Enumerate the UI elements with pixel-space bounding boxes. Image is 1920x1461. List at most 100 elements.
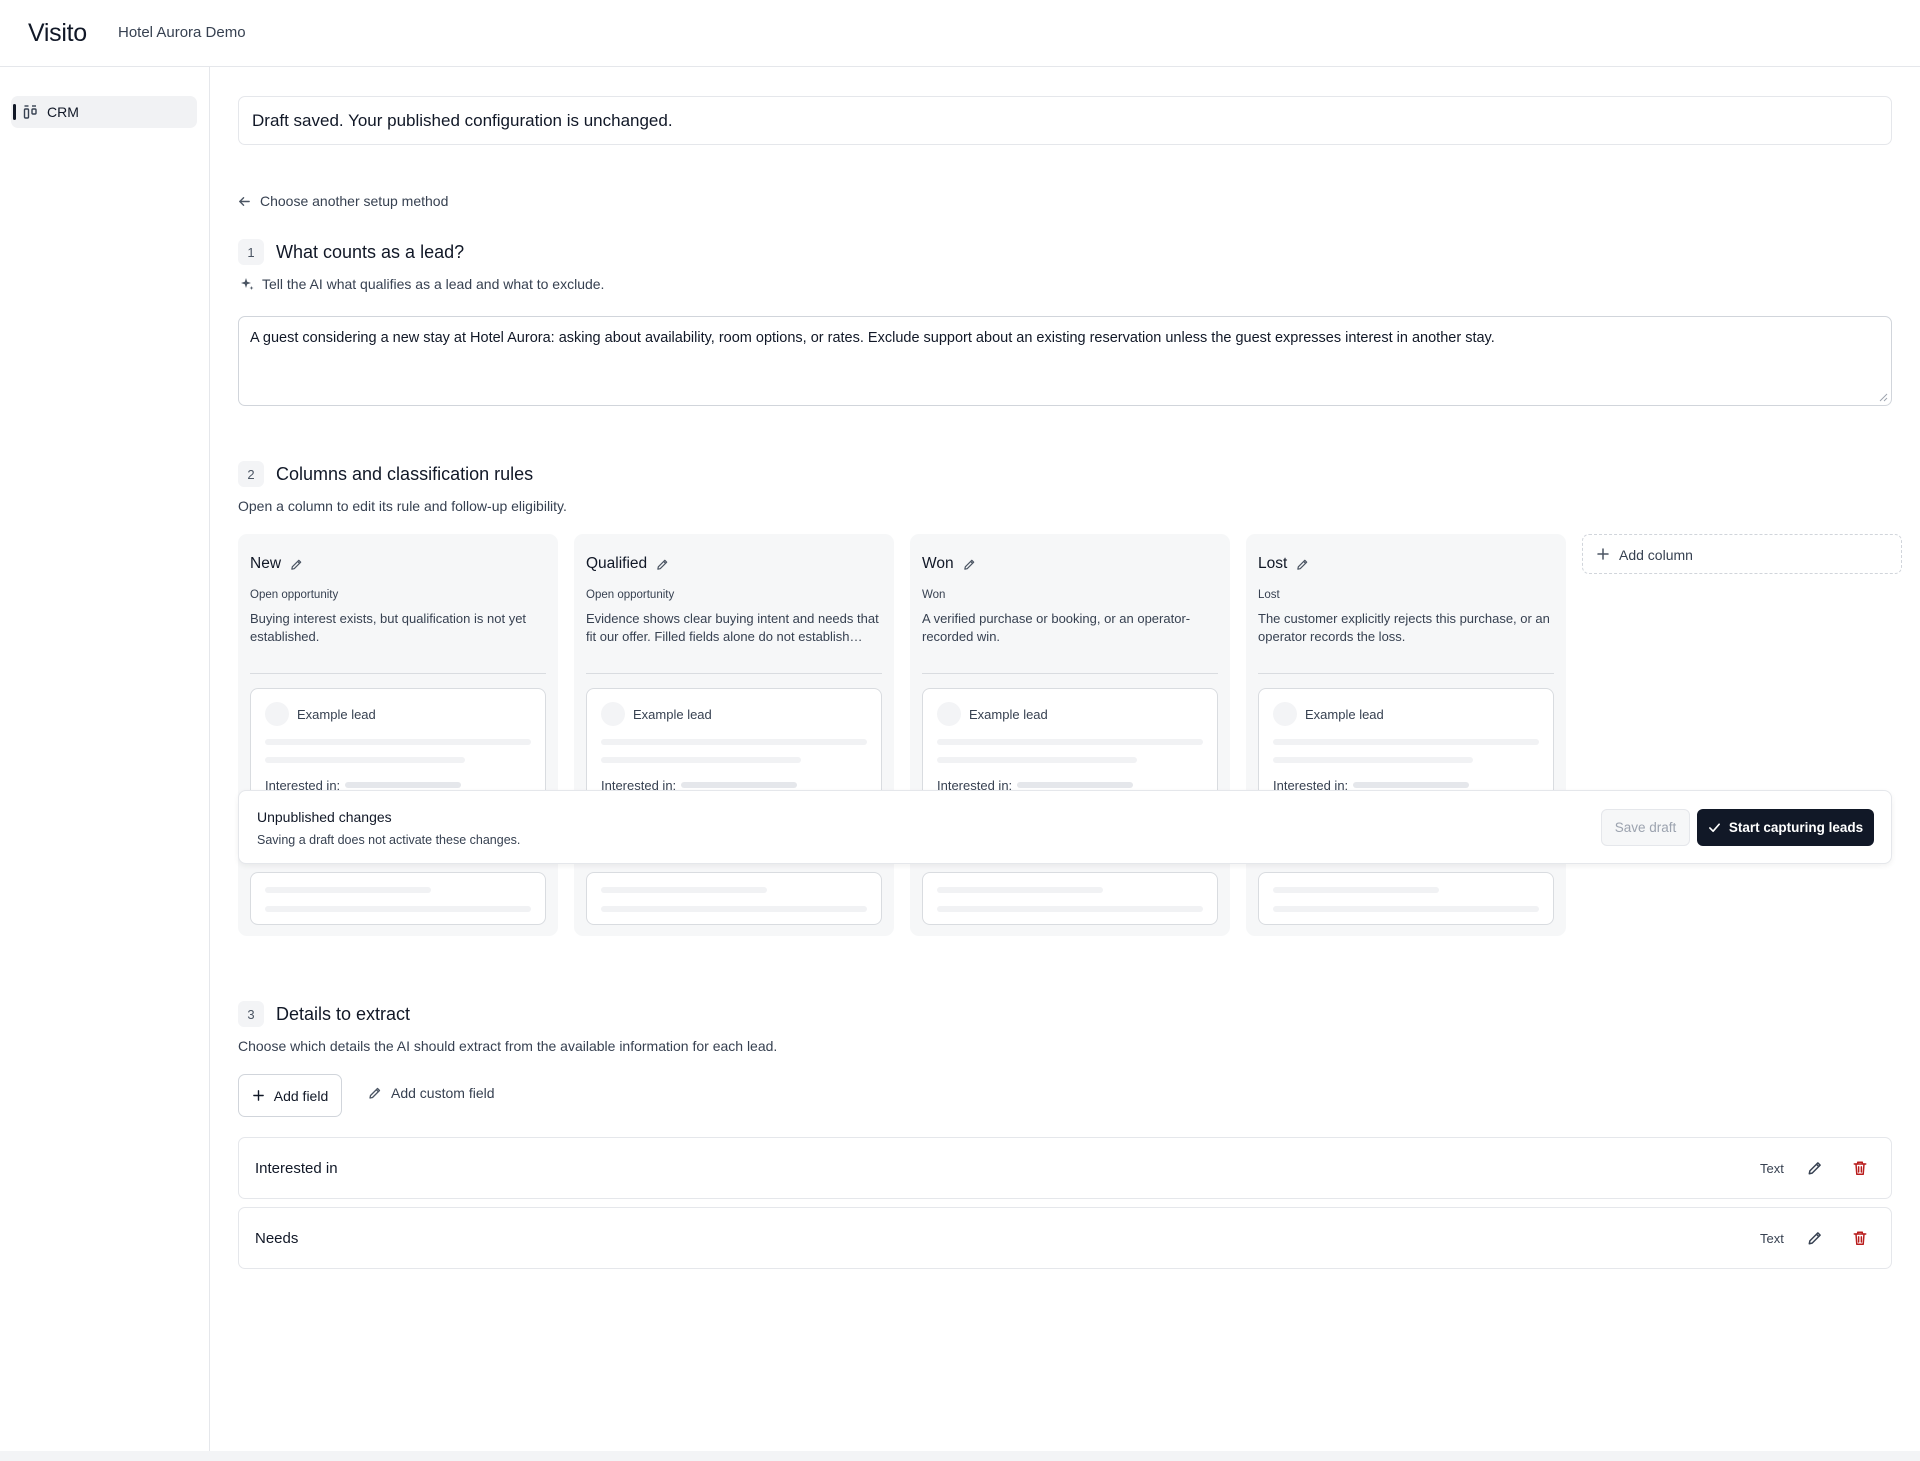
- lead-definition-hint: Tell the AI what qualifies as a lead and…: [240, 276, 604, 292]
- avatar: [1273, 702, 1297, 726]
- placeholder-line: [601, 757, 801, 763]
- pencil-icon[interactable]: [290, 558, 303, 571]
- column-name: Lost: [1258, 555, 1309, 573]
- placeholder-line: [937, 887, 1103, 893]
- avatar: [265, 702, 289, 726]
- placeholder-line: [345, 782, 461, 788]
- unpublished-title: Unpublished changes: [257, 809, 392, 825]
- step-number: 3: [238, 1001, 264, 1027]
- column-name: New: [250, 555, 303, 573]
- plus-icon: [252, 1090, 264, 1101]
- section-1-header: 1 What counts as a lead?: [238, 239, 464, 265]
- step-number: 1: [238, 239, 264, 265]
- section-3-header: 3 Details to extract: [238, 1001, 410, 1027]
- column-lost[interactable]: Lost Lost The customer explicitly reject…: [1246, 534, 1566, 936]
- arrow-left-icon: [239, 196, 250, 206]
- workspace-name[interactable]: Hotel Aurora Demo: [118, 24, 246, 41]
- placeholder-line: [601, 906, 867, 912]
- placeholder-line: [1017, 782, 1133, 788]
- placeholder-line: [1353, 782, 1469, 788]
- column-name: Won: [922, 555, 976, 573]
- section-2-header: 2 Columns and classification rules: [238, 461, 533, 487]
- field-row-needs[interactable]: Needs Text: [238, 1207, 1892, 1269]
- placeholder-line: [1273, 739, 1539, 745]
- sidebar-item-label: CRM: [47, 104, 79, 120]
- footer-strip: [0, 1451, 1920, 1461]
- placeholder-line: [937, 739, 1203, 745]
- column-rule: Evidence shows clear buying intent and n…: [586, 611, 879, 644]
- lead-definition-textarea[interactable]: A guest considering a new stay at Hotel …: [238, 316, 1892, 406]
- choose-another-method-link[interactable]: Choose another setup method: [238, 193, 448, 209]
- resize-handle-icon[interactable]: [1879, 393, 1888, 402]
- example-lead-card: [1258, 872, 1554, 925]
- column-qualified[interactable]: Qualified Open opportunity Evidence show…: [574, 534, 894, 936]
- column-type: Open opportunity: [250, 589, 339, 601]
- unpublished-changes-bar: Unpublished changes Saving a draft does …: [238, 790, 1892, 864]
- add-field-button[interactable]: Add field: [238, 1074, 342, 1117]
- step-number: 2: [238, 461, 264, 487]
- column-won[interactable]: Won Won A verified purchase or booking, …: [910, 534, 1230, 936]
- example-lead-label: Example lead: [297, 707, 376, 722]
- placeholder-line: [265, 757, 465, 763]
- column-type: Won: [922, 589, 946, 601]
- check-icon: [1708, 823, 1720, 833]
- column-new[interactable]: New Open opportunity Buying interest exi…: [238, 534, 558, 936]
- hint-text: Tell the AI what qualifies as a lead and…: [262, 276, 605, 292]
- pencil-icon: [369, 1087, 381, 1099]
- trash-icon[interactable]: [1852, 1160, 1868, 1176]
- pencil-icon[interactable]: [1807, 1230, 1823, 1246]
- placeholder-line: [937, 906, 1203, 912]
- example-lead-card: [586, 872, 882, 925]
- save-draft-button[interactable]: Save draft: [1601, 809, 1690, 846]
- field-name: Needs: [255, 1230, 299, 1247]
- start-capturing-leads-button[interactable]: Start capturing leads: [1697, 809, 1874, 846]
- placeholder-line: [1273, 757, 1473, 763]
- top-bar: Visito Hotel Aurora Demo: [0, 0, 1920, 67]
- divider: [250, 673, 546, 674]
- example-lead-label: Example lead: [969, 707, 1048, 722]
- lead-definition-text: A guest considering a new stay at Hotel …: [250, 330, 1495, 346]
- column-name-text: Lost: [1258, 555, 1288, 572]
- start-capturing-label: Start capturing leads: [1728, 820, 1864, 835]
- add-column-button[interactable]: Add column: [1582, 534, 1902, 574]
- column-name-text: Qualified: [586, 555, 648, 572]
- placeholder-line: [601, 739, 867, 745]
- column-name-text: Won: [922, 555, 954, 572]
- placeholder-line: [681, 782, 797, 788]
- crm-icon: [23, 105, 37, 119]
- back-link-label: Choose another setup method: [260, 193, 449, 209]
- section-title: Columns and classification rules: [276, 463, 534, 484]
- sidebar-item-crm[interactable]: CRM: [11, 96, 197, 128]
- active-indicator: [13, 104, 16, 120]
- pencil-icon[interactable]: [1807, 1160, 1823, 1176]
- plus-icon: [1597, 548, 1609, 560]
- column-name-text: New: [250, 555, 282, 572]
- avatar: [937, 702, 961, 726]
- field-row-interested-in[interactable]: Interested in Text: [238, 1137, 1892, 1199]
- column-name: Qualified: [586, 555, 669, 573]
- add-column-label: Add column: [1619, 547, 1693, 563]
- placeholder-line: [937, 757, 1137, 763]
- placeholder-line: [1273, 906, 1539, 912]
- field-type: Text: [1760, 1231, 1784, 1246]
- section-description: Open a column to edit its rule and follo…: [238, 498, 567, 514]
- section-description: Choose which details the AI should extra…: [238, 1038, 778, 1054]
- sparkle-icon: [241, 278, 254, 290]
- add-custom-field-button[interactable]: Add custom field: [368, 1085, 495, 1101]
- pencil-icon[interactable]: [1296, 558, 1309, 571]
- pencil-icon[interactable]: [656, 558, 669, 571]
- example-lead-card: [922, 872, 1218, 925]
- placeholder-line: [265, 906, 531, 912]
- brand-logo[interactable]: Visito: [28, 19, 87, 48]
- trash-icon[interactable]: [1852, 1230, 1868, 1246]
- pencil-icon[interactable]: [963, 558, 976, 571]
- draft-saved-banner: Draft saved. Your published configuratio…: [238, 96, 1892, 145]
- column-rule: A verified purchase or booking, or an op…: [922, 611, 1191, 644]
- example-lead-label: Example lead: [633, 707, 712, 722]
- sidebar: CRM: [0, 67, 210, 1451]
- unpublished-subtitle: Saving a draft does not activate these c…: [257, 833, 521, 847]
- avatar: [601, 702, 625, 726]
- add-field-label: Add field: [273, 1087, 329, 1104]
- example-lead-card: [250, 872, 546, 925]
- column-type: Lost: [1258, 589, 1280, 601]
